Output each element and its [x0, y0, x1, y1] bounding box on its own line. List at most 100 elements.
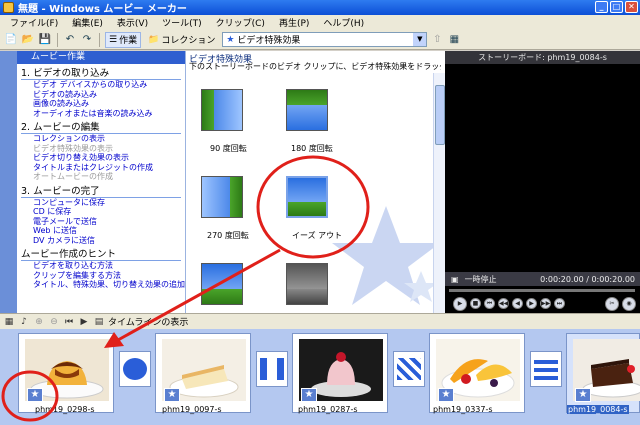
link-capture-device[interactable]: ビデオ デバイスからの取り込み: [21, 80, 185, 90]
zoom-in-icon[interactable]: ⊕: [33, 316, 45, 328]
effect-ease-out[interactable]: [286, 176, 328, 218]
effect-label: イーズ アウト: [292, 230, 343, 241]
collections-label: コレクション: [161, 36, 216, 46]
zoom-out-icon[interactable]: ⊖: [48, 316, 60, 328]
link-import-video[interactable]: ビデオの読み込み: [21, 90, 185, 100]
play-storyboard-icon[interactable]: ▶: [78, 316, 90, 328]
storyboard-clip[interactable]: ★: [18, 333, 114, 413]
link-save-computer[interactable]: コンピュータに保存: [21, 198, 185, 208]
storyboard-toolbar: ▦ ♪ ⊕ ⊖ ⏮ ▶ ▤ タイムラインの表示: [0, 313, 640, 329]
preview-screen: [447, 66, 637, 262]
monitor-icon: ▣: [451, 274, 459, 284]
seek-bar[interactable]: [449, 289, 635, 292]
timeline-toggle-label[interactable]: タイムラインの表示: [108, 315, 188, 328]
link-save-cd[interactable]: CD に保存: [21, 207, 185, 217]
toolbar-separator: [99, 32, 100, 47]
link-send-dv[interactable]: DV カメラに送信: [21, 236, 185, 246]
stop-icon[interactable]: ■: [470, 298, 481, 309]
link-view-collections[interactable]: コレクションの表示: [21, 134, 185, 144]
transition-slot[interactable]: [256, 351, 288, 387]
next-frame-icon[interactable]: ⏭: [554, 298, 565, 309]
tasks-icon: ☰: [109, 34, 118, 45]
link-import-pictures[interactable]: 画像の読み込み: [21, 99, 185, 109]
tasks-button[interactable]: ☰ 作業: [105, 31, 142, 48]
storyboard-clip[interactable]: ★: [155, 333, 251, 413]
link-tip-edit[interactable]: クリップを編集する方法: [21, 271, 185, 281]
snapshot-icon[interactable]: ◉: [622, 296, 636, 311]
link-send-web[interactable]: Web に送信: [21, 226, 185, 236]
transition-slot[interactable]: [393, 351, 425, 387]
save-project-icon[interactable]: 💾: [38, 33, 52, 47]
video-effects-panel: ビデオ特殊効果 下のストーリーボードのビデオ クリップに、ビデオ特殊効果をドラッ…: [185, 51, 445, 313]
task-section-edit: 2. ムービーの編集 コレクションの表示 ビデオ特殊効果の表示 ビデオ切り替え効…: [17, 121, 185, 182]
menu-tools[interactable]: ツール(T): [156, 16, 208, 29]
minimize-button[interactable]: _: [595, 1, 608, 13]
effect-star-icon: ★: [438, 388, 454, 402]
effect-rotate-270[interactable]: [201, 176, 243, 218]
menu-clip[interactable]: クリップ(C): [210, 16, 271, 29]
clip-name: phm19_0097-s: [162, 405, 222, 414]
storyboard-clip[interactable]: ★: [429, 333, 525, 413]
link-tip-capture[interactable]: ビデオを取り込む方法: [21, 261, 185, 271]
up-folder-icon[interactable]: ⇧: [430, 33, 444, 47]
effect-star-icon: ★: [164, 388, 180, 402]
close-button[interactable]: ✕: [625, 1, 638, 13]
clip-name: phm19_0337-s: [433, 405, 493, 414]
effect-thumbnail-grayscale[interactable]: [286, 263, 328, 305]
effect-thumbnail[interactable]: [201, 263, 243, 305]
collections-button[interactable]: 📁 コレクション: [144, 32, 219, 48]
section-title[interactable]: 2. ムービーの編集: [21, 121, 181, 134]
task-section-finish: 3. ムービーの完了 コンピュータに保存 CD に保存 電子メールで送信 Web…: [17, 185, 185, 246]
link-view-transitions[interactable]: ビデオ切り替え効果の表示: [21, 153, 185, 163]
new-project-icon[interactable]: 📄: [4, 33, 18, 47]
section-title[interactable]: 1. ビデオの取り込み: [21, 67, 181, 80]
previous-frame-icon[interactable]: ⏮: [484, 298, 495, 309]
section-title[interactable]: 3. ムービーの完了: [21, 185, 181, 198]
scrollbar-thumb[interactable]: [435, 85, 445, 145]
timeline-icon[interactable]: ▤: [93, 316, 105, 328]
effect-rotate-90[interactable]: [201, 89, 243, 131]
effects-scrollbar[interactable]: [433, 73, 445, 313]
effect-star-icon: ★: [575, 388, 591, 402]
window-controls: _ □ ✕: [595, 1, 638, 13]
storyboard-icon[interactable]: ▦: [3, 316, 15, 328]
transition-slot[interactable]: [119, 351, 151, 387]
task-pane-header: ムービー作業: [17, 51, 185, 64]
link-tip-effects[interactable]: タイトル、特殊効果、切り替え効果の追加: [21, 280, 185, 290]
forward-frame-icon[interactable]: ▶: [526, 298, 537, 309]
effect-rotate-180[interactable]: [286, 89, 328, 131]
preview-time: 0:00:20.00 / 0:00:20.00: [540, 274, 635, 284]
clip-name: phm19_0298-s: [35, 405, 95, 414]
link-send-email[interactable]: 電子メールで送信: [21, 217, 185, 227]
menu-view[interactable]: 表示(V): [111, 16, 154, 29]
link-make-titles[interactable]: タイトルまたはクレジットの作成: [21, 163, 185, 173]
folder-icon: 📁: [148, 34, 160, 45]
task-section-capture: 1. ビデオの取り込み ビデオ デバイスからの取り込み ビデオの読み込み 画像の…: [17, 67, 185, 118]
maximize-button[interactable]: □: [610, 1, 623, 13]
narrate-icon[interactable]: ♪: [18, 316, 30, 328]
menu-play[interactable]: 再生(P): [273, 16, 315, 29]
menu-file[interactable]: ファイル(F): [4, 16, 64, 29]
play-icon[interactable]: ▶: [453, 296, 467, 311]
menu-help[interactable]: ヘルプ(H): [317, 16, 370, 29]
redo-icon[interactable]: ↷: [80, 33, 94, 47]
fast-forward-icon[interactable]: ▶▶: [540, 298, 551, 309]
rewind-storyboard-icon[interactable]: ⏮: [63, 316, 75, 328]
section-title[interactable]: ムービー作成のヒント: [21, 248, 181, 261]
open-project-icon[interactable]: 📂: [21, 33, 35, 47]
transition-slot[interactable]: [530, 351, 562, 387]
split-clip-icon[interactable]: ✂: [605, 296, 619, 311]
view-options-icon[interactable]: ▦: [447, 33, 461, 47]
chevron-down-icon[interactable]: ▼: [413, 33, 427, 46]
collection-select[interactable]: ★ ビデオ特殊効果 ▼: [222, 32, 428, 47]
task-pane-edge: [0, 51, 17, 313]
rewind-icon[interactable]: ◀◀: [498, 298, 509, 309]
preview-status: 一時停止: [464, 274, 497, 284]
storyboard-clip[interactable]: ★: [292, 333, 388, 413]
link-import-audio[interactable]: オーディオまたは音楽の読み込み: [21, 109, 185, 119]
menu-edit[interactable]: 編集(E): [66, 16, 109, 29]
storyboard-clip-selected[interactable]: ★: [566, 333, 640, 413]
undo-icon[interactable]: ↶: [63, 33, 77, 47]
effects-description: 下のストーリーボードのビデオ クリップに、ビデオ特殊効果をドラッグ アンド ドロ…: [189, 62, 441, 71]
back-frame-icon[interactable]: ◀: [512, 298, 523, 309]
